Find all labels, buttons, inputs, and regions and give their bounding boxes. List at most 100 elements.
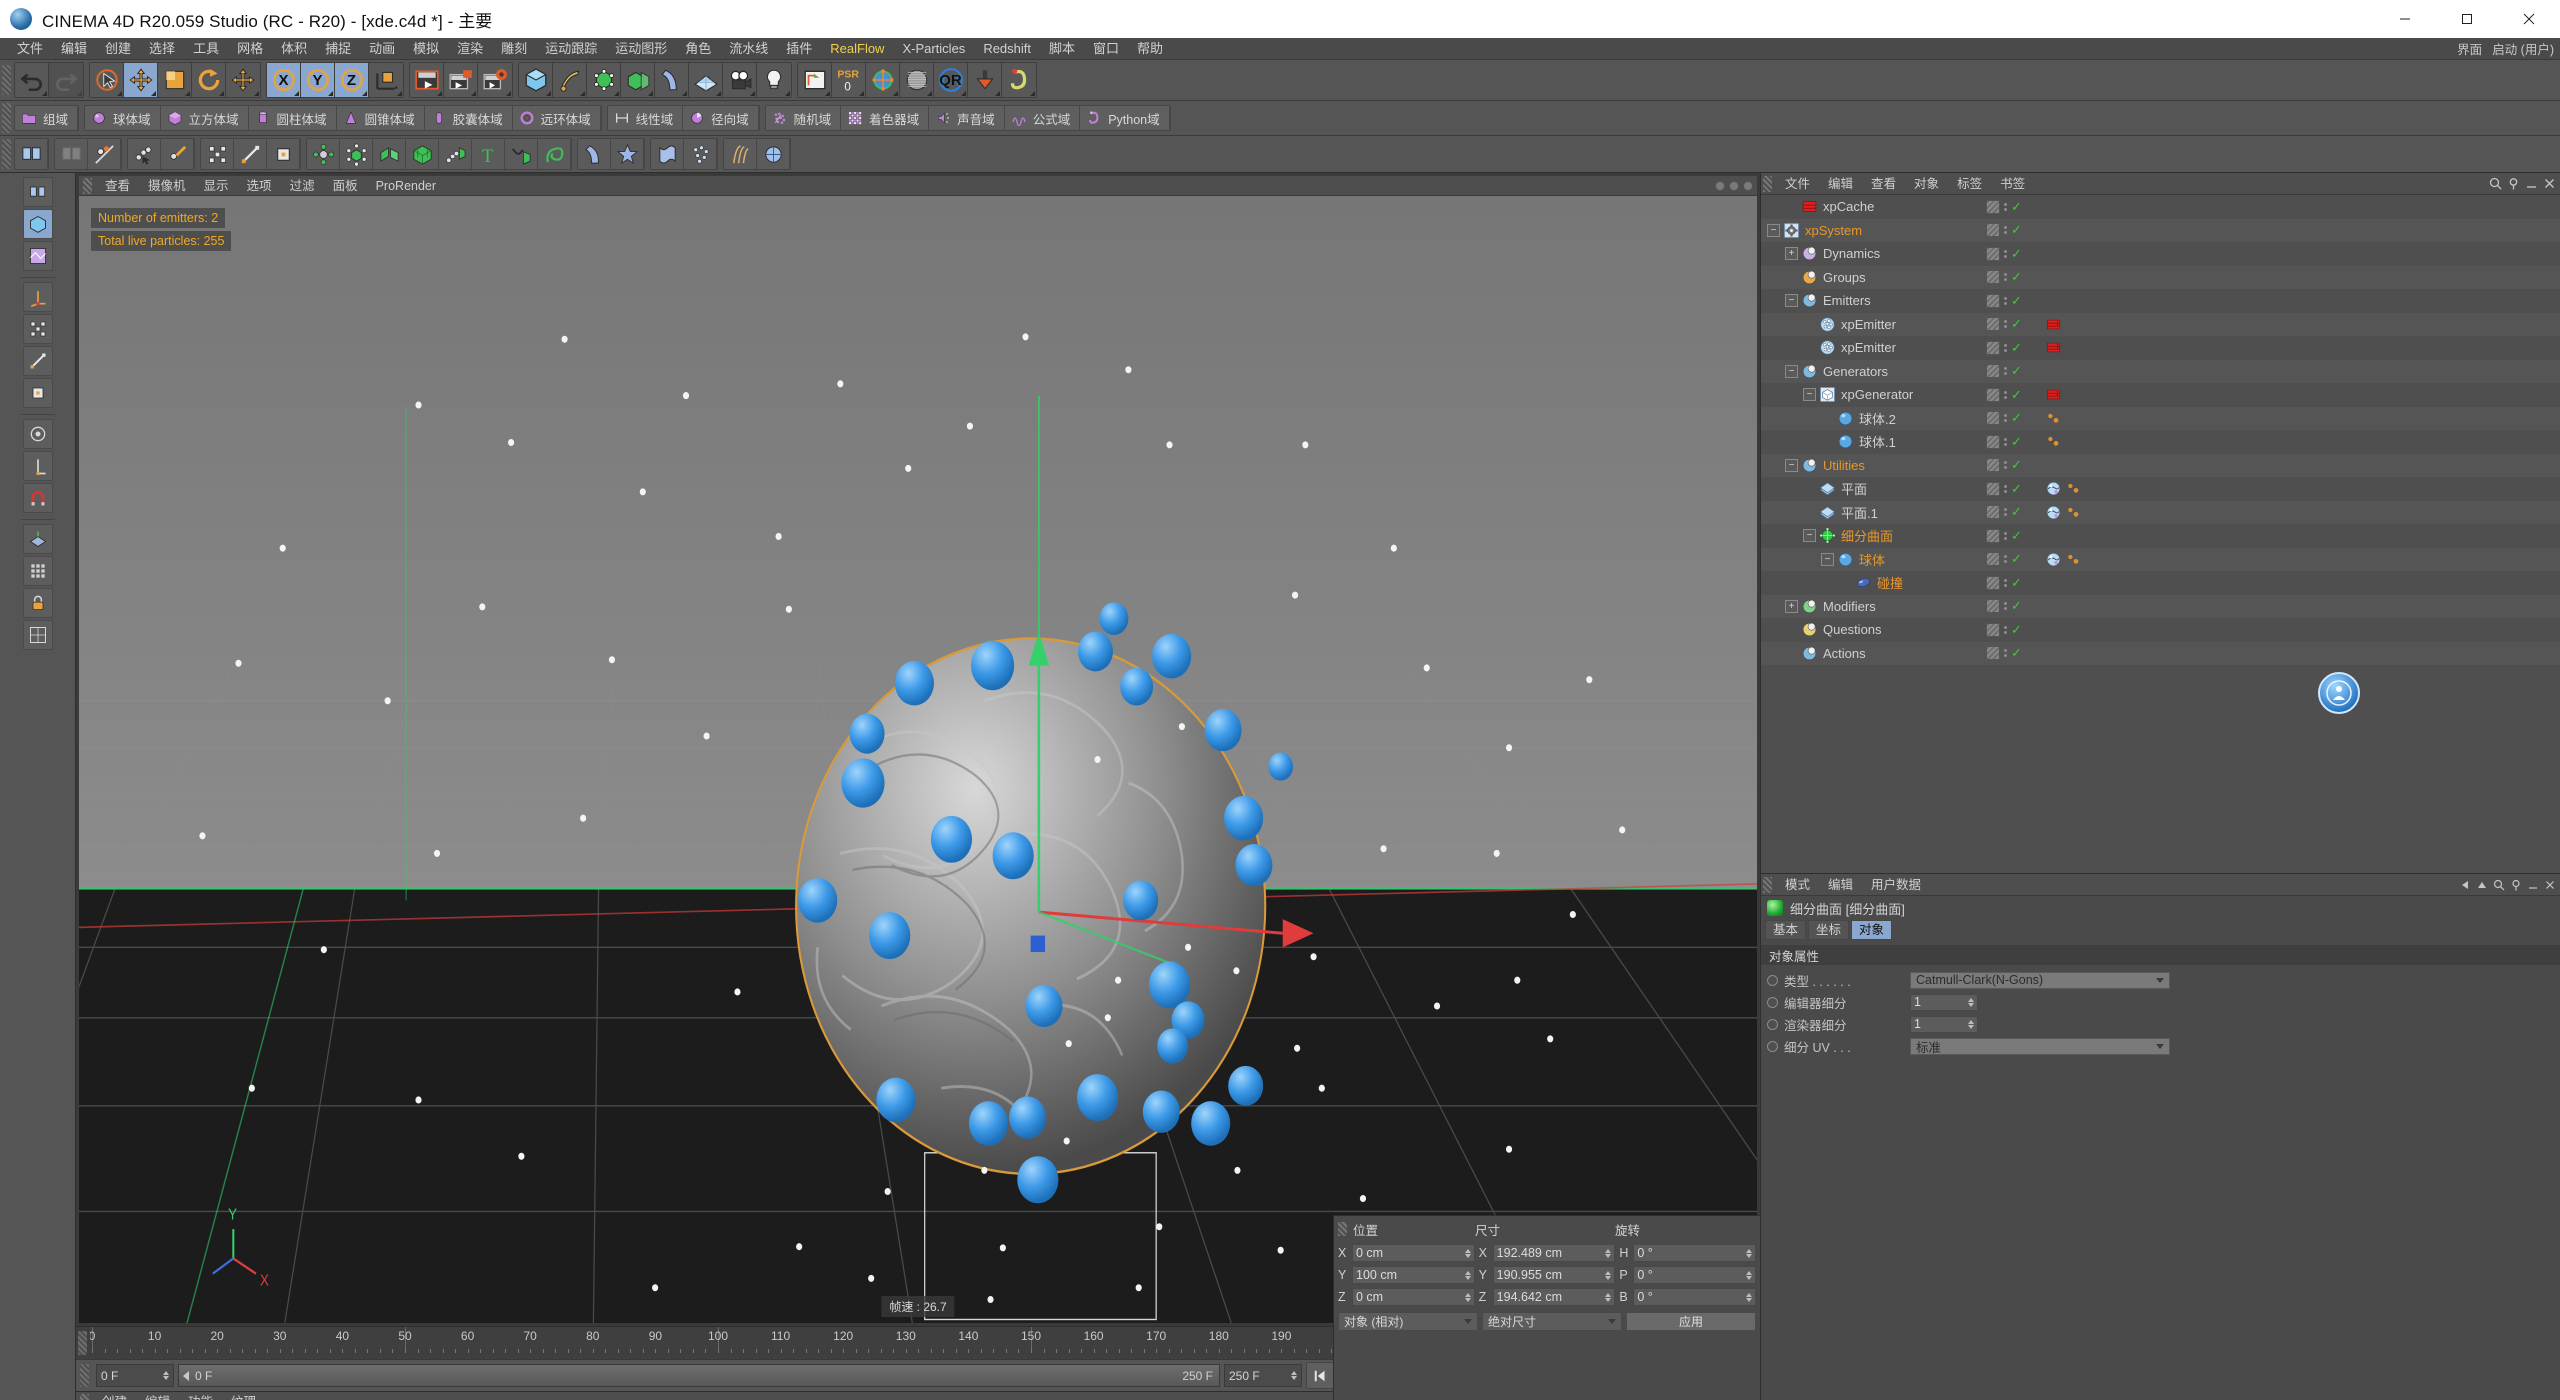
object-row[interactable]: 平面.1 ✓ (1761, 500, 2560, 524)
nav-back-icon[interactable] (2459, 879, 2471, 891)
dropdown-corner-icon[interactable] (580, 91, 585, 96)
coord-size-select[interactable]: 绝对尺寸 (1482, 1312, 1622, 1331)
enabled-check-icon[interactable]: ✓ (2011, 269, 2022, 285)
slider-handle-icon[interactable] (183, 1370, 189, 1381)
tool-workplane[interactable] (22, 524, 53, 554)
pin-icon[interactable] (2510, 879, 2522, 891)
editor-render-dots-icon[interactable] (2004, 390, 2007, 399)
field-linear[interactable]: 线性域 (607, 106, 684, 130)
menu-创建[interactable]: 创建 (96, 38, 140, 60)
material-menu-编辑[interactable]: 编辑 (136, 1392, 179, 1400)
attribute-number-input[interactable]: 1 (1910, 1015, 1978, 1033)
undo-button[interactable] (15, 63, 49, 97)
viewport-menu-选项[interactable]: 选项 (238, 176, 281, 196)
menu-帮助[interactable]: 帮助 (1128, 38, 1172, 60)
coord-rotation-h-input[interactable]: 0 ° (1633, 1244, 1757, 1262)
rotate-tool-button[interactable] (192, 63, 226, 97)
minimize-button[interactable] (2374, 0, 2436, 38)
object-row[interactable]: Questions ✓ (1761, 618, 2560, 642)
tree-toggle-minus[interactable]: − (1767, 223, 1780, 237)
polygon-pen-button[interactable] (128, 139, 161, 169)
field-random[interactable]: 随机域 (765, 106, 842, 130)
spinner-icon[interactable] (1968, 997, 1974, 1007)
attribute-tab-对象[interactable]: 对象 (1851, 920, 1893, 940)
enabled-check-icon[interactable]: ✓ (2011, 246, 2022, 262)
point-tag[interactable] (2066, 552, 2081, 567)
dropdown-corner-icon[interactable] (648, 91, 653, 96)
field-sphere[interactable]: 球体域 (85, 106, 161, 130)
visibility-toggle-icon[interactable] (1986, 599, 2000, 614)
minimize-panel-icon[interactable] (2527, 879, 2539, 891)
mograph-voronoi-button[interactable] (406, 139, 439, 169)
tool-enable-snap[interactable] (22, 483, 53, 513)
viewport-3d-scene[interactable]: Y X (79, 196, 1757, 1323)
coord-apply-button[interactable]: 应用 (1626, 1312, 1756, 1331)
enabled-check-icon[interactable]: ✓ (2011, 410, 2022, 426)
dynamics-button[interactable] (757, 139, 790, 169)
visibility-toggle-icon[interactable] (1986, 340, 2000, 355)
anim-start-field[interactable]: 0 F (96, 1364, 174, 1387)
render-to-picture-button[interactable] (444, 63, 478, 97)
end-spinner-icon[interactable] (1291, 1371, 1297, 1380)
object-row[interactable]: 球体.2 ✓ (1761, 406, 2560, 430)
object-row[interactable]: − 球体 ✓ (1761, 547, 2560, 571)
field-torus[interactable]: 远环体域 (512, 106, 601, 130)
menu-雕刻[interactable]: 雕刻 (492, 38, 536, 60)
spinner-icon[interactable] (1968, 1019, 1974, 1029)
enabled-check-icon[interactable]: ✓ (2011, 434, 2022, 450)
enabled-check-icon[interactable]: ✓ (2011, 598, 2022, 614)
editor-render-dots-icon[interactable] (2004, 202, 2007, 211)
dropdown-corner-icon[interactable] (1030, 91, 1035, 96)
enabled-check-icon[interactable]: ✓ (2011, 575, 2022, 591)
dropdown-corner-icon[interactable] (716, 91, 721, 96)
menu-动画[interactable]: 动画 (360, 38, 404, 60)
hair-button[interactable] (724, 139, 757, 169)
field-formula[interactable]: 公式域 (1004, 106, 1081, 130)
enabled-check-icon[interactable]: ✓ (2011, 551, 2022, 567)
navigation-gizmo[interactable] (2318, 672, 2360, 714)
object-menu-文件[interactable]: 文件 (1776, 173, 1819, 195)
light-button[interactable] (757, 63, 791, 97)
brush-button[interactable] (161, 139, 194, 169)
edge-mode-button[interactable] (234, 139, 267, 169)
material-tag[interactable] (2046, 552, 2061, 567)
object-row[interactable]: 平面 ✓ (1761, 477, 2560, 501)
enabled-check-icon[interactable]: ✓ (2011, 457, 2022, 473)
visibility-toggle-icon[interactable] (1986, 364, 2000, 379)
enabled-check-icon[interactable]: ✓ (2011, 528, 2022, 544)
animate-radio[interactable] (1767, 974, 1778, 986)
toolbar-grip[interactable] (2, 65, 11, 95)
dropdown-corner-icon[interactable] (294, 91, 299, 96)
anim-range-slider[interactable]: 0 F 250 F (178, 1364, 1220, 1387)
menu-运动跟踪[interactable]: 运动跟踪 (536, 38, 606, 60)
object-row[interactable]: xpCache ✓ (1761, 195, 2560, 219)
object-menu-对象[interactable]: 对象 (1905, 173, 1948, 195)
tree-toggle-minus[interactable]: − (1803, 529, 1816, 543)
menu-窗口[interactable]: 窗口 (1084, 38, 1128, 60)
dropdown-corner-icon[interactable] (506, 91, 511, 96)
editor-render-dots-icon[interactable] (2004, 249, 2007, 258)
point-tag[interactable] (2066, 505, 2081, 520)
menu-Redshift[interactable]: Redshift (974, 38, 1040, 60)
spinner-icon[interactable] (1746, 1292, 1753, 1302)
object-row[interactable]: − xpGenerator ✓ (1761, 383, 2560, 407)
sculpt-button[interactable] (900, 63, 934, 97)
menu-模拟[interactable]: 模拟 (404, 38, 448, 60)
tool-point-mode[interactable] (22, 314, 53, 344)
nav-up-icon[interactable] (2476, 879, 2488, 891)
enabled-check-icon[interactable]: ✓ (2011, 504, 2022, 520)
coord-rotation-b-input[interactable]: 0 ° (1633, 1288, 1757, 1306)
attribute-menu-模式[interactable]: 模式 (1776, 874, 1819, 896)
attribute-select[interactable]: 标准 (1910, 1037, 2170, 1055)
attribute-manager-grip[interactable] (1763, 876, 1772, 893)
mograph-tracer-button[interactable] (439, 139, 472, 169)
viewport-menu-过滤[interactable]: 过滤 (281, 176, 324, 196)
tool-polygon-mode[interactable] (22, 378, 53, 408)
spline-pen-button[interactable] (553, 63, 587, 97)
editor-render-dots-icon[interactable] (2004, 508, 2007, 517)
editor-render-dots-icon[interactable] (2004, 367, 2007, 376)
knife-button[interactable] (88, 139, 121, 169)
menu-角色[interactable]: 角色 (676, 38, 720, 60)
animate-radio[interactable] (1767, 1018, 1778, 1030)
object-row[interactable]: xpEmitter ✓ (1761, 312, 2560, 336)
